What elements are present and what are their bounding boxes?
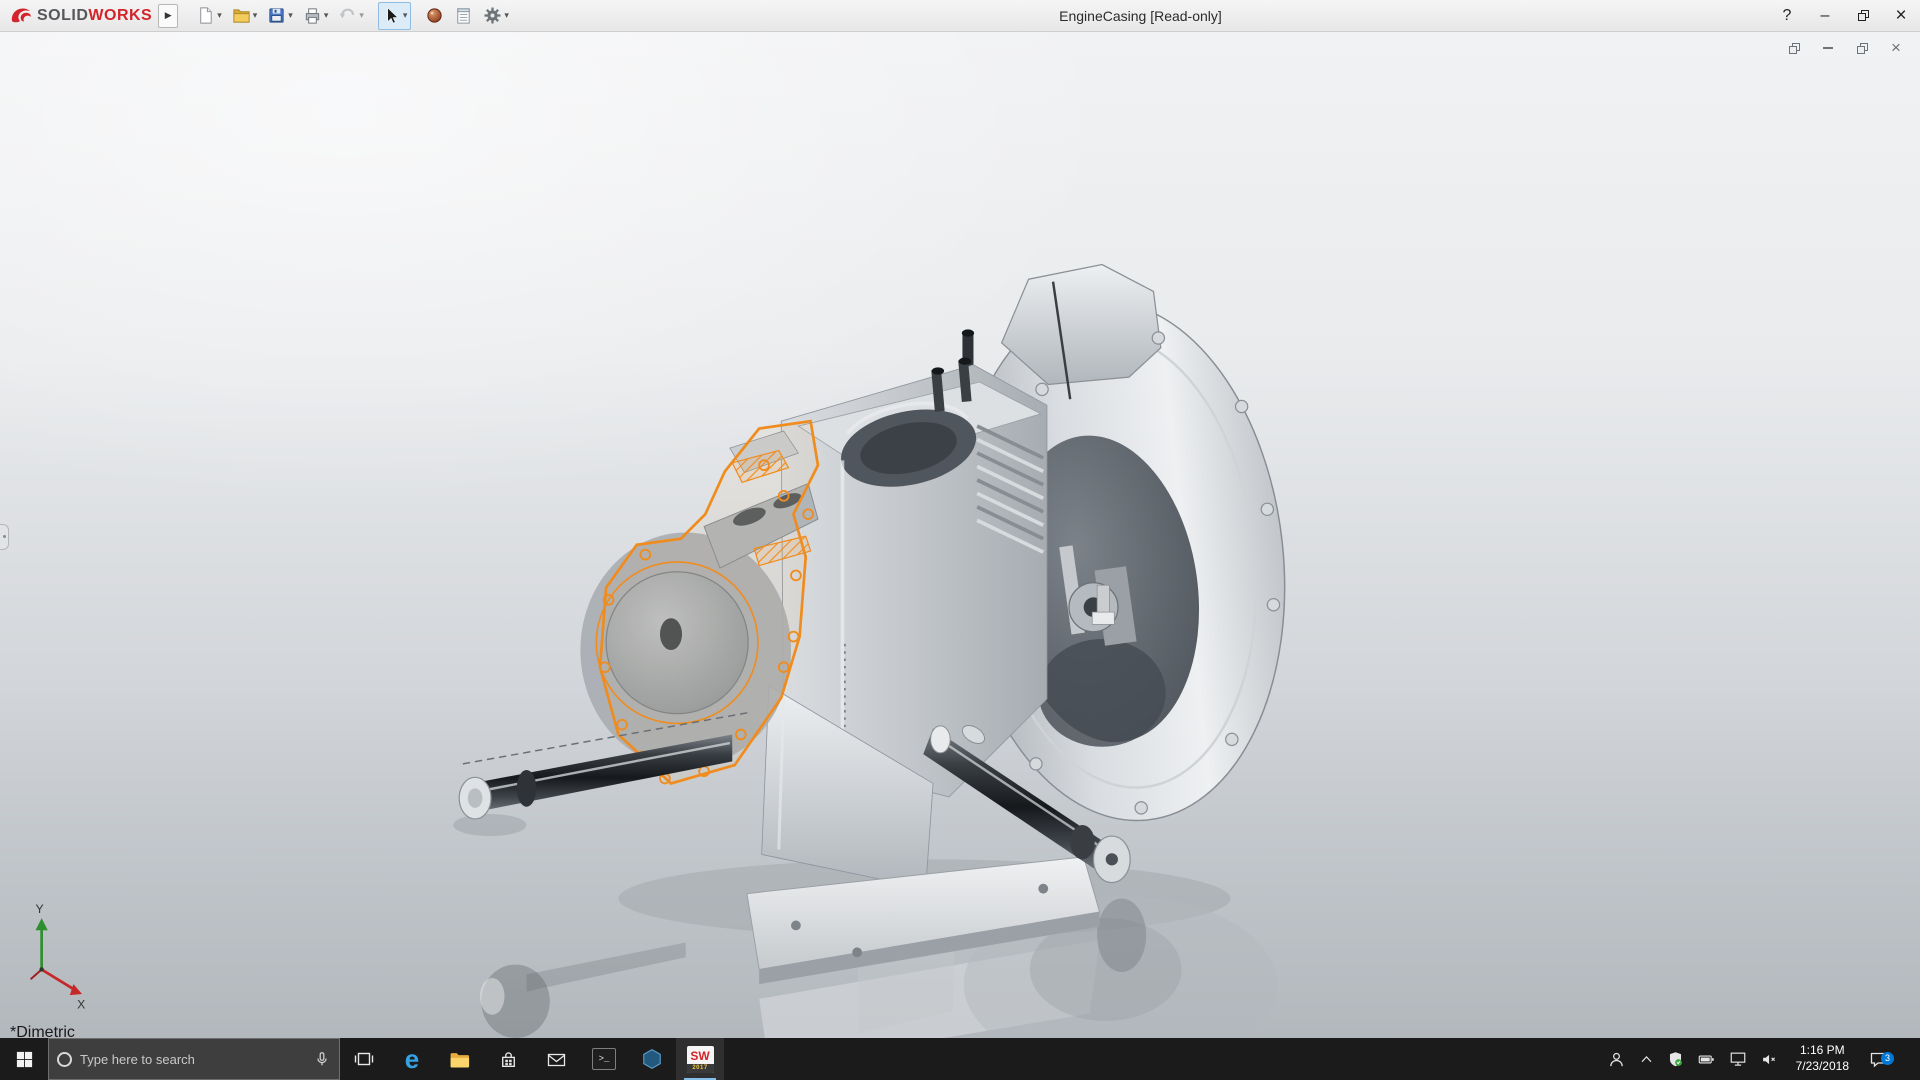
options-sheet-button[interactable] [450, 2, 477, 30]
battery-icon [1697, 1051, 1716, 1068]
open-folder-icon [232, 6, 251, 25]
task-view-button[interactable] [340, 1038, 388, 1080]
store-button[interactable] [484, 1038, 532, 1080]
orientation-triad: Y X [31, 902, 86, 1011]
close-button[interactable]: × [1882, 0, 1920, 31]
minimize-icon [1823, 47, 1833, 49]
store-icon [498, 1049, 519, 1070]
command-prompt-icon: >_ [592, 1048, 616, 1070]
save-icon [267, 6, 286, 25]
network-button[interactable] [1729, 1050, 1747, 1068]
options-gear-button[interactable]: ▾ [479, 2, 513, 30]
select-cursor-icon [382, 6, 401, 25]
start-button[interactable] [0, 1038, 48, 1080]
command-prompt-button[interactable]: >_ [580, 1038, 628, 1080]
save-button[interactable]: ▾ [263, 2, 297, 30]
defender-shield-icon [1667, 1051, 1684, 1068]
undo-icon [338, 6, 357, 25]
solidworks-taskbar-button[interactable]: SW 2017 [676, 1038, 724, 1080]
solidworks-logo: SOLIDWORKS [0, 6, 158, 26]
volume-button[interactable] [1760, 1051, 1779, 1068]
hexagon-app-icon [641, 1048, 663, 1070]
people-button[interactable] [1607, 1050, 1626, 1069]
window-controls: ? – × [1768, 0, 1920, 31]
print-icon [303, 6, 322, 25]
graphics-viewport[interactable]: Y X × *Dimetric [0, 32, 1920, 1038]
network-icon [1729, 1050, 1747, 1068]
mail-button[interactable] [532, 1038, 580, 1080]
chevron-up-icon [1639, 1052, 1654, 1067]
clock-time: 1:16 PM [1796, 1043, 1849, 1059]
system-tray: 1:16 PM 7/23/2018 3 [1599, 1038, 1920, 1080]
cascade-icon [1789, 43, 1800, 54]
undo-button[interactable]: ▾ [334, 2, 368, 30]
titlebar: SOLIDWORKS ▶ ▾ ▾ ▾ [0, 0, 1920, 32]
main-toolbar: ▾ ▾ ▾ ▾ ▾ [192, 2, 513, 30]
microphone-icon[interactable] [313, 1050, 331, 1068]
edge-button[interactable]: e [388, 1038, 436, 1080]
edge-icon: e [405, 1046, 419, 1072]
hidden-icons-button[interactable] [1639, 1052, 1654, 1067]
help-button[interactable]: ? [1768, 0, 1806, 31]
search-input[interactable] [80, 1052, 305, 1067]
volume-muted-icon [1760, 1051, 1779, 1068]
windows-taskbar: e >_ SW 2017 [0, 1038, 1920, 1080]
file-explorer-button[interactable] [436, 1038, 484, 1080]
engine-casing-model: Y X [0, 32, 1920, 1038]
restore-icon [1857, 43, 1868, 54]
view-orientation-label: *Dimetric [10, 1024, 75, 1038]
restore-icon [1858, 10, 1869, 21]
document-window-controls: × [1786, 40, 1904, 56]
edit-appearance-button[interactable] [421, 2, 448, 30]
taskbar-search[interactable] [48, 1038, 340, 1080]
feature-tree-collapse-handle[interactable] [0, 524, 9, 550]
notification-badge: 3 [1881, 1052, 1894, 1065]
maximize-restore-button[interactable] [1844, 0, 1882, 31]
gear-icon [483, 6, 502, 25]
triad-x-label: X [77, 998, 85, 1012]
task-view-icon [354, 1049, 374, 1069]
solidworks-wordmark: SOLIDWORKS [37, 7, 152, 25]
clock-date: 7/23/2018 [1796, 1059, 1849, 1075]
new-document-button[interactable]: ▾ [192, 2, 226, 30]
menu-flyout-button[interactable]: ▶ [158, 4, 178, 28]
solidworks-app-icon: SW 2017 [687, 1046, 714, 1073]
minimize-button[interactable]: – [1806, 0, 1844, 31]
hexagon-app-button[interactable] [628, 1038, 676, 1080]
new-document-icon [196, 6, 215, 25]
doc-close-button[interactable]: × [1888, 40, 1904, 56]
taskbar-clock[interactable]: 1:16 PM 7/23/2018 [1792, 1043, 1853, 1074]
appearance-sphere-icon [425, 6, 444, 25]
doc-minimize-button[interactable] [1820, 40, 1836, 56]
file-explorer-icon [448, 1049, 472, 1070]
doc-cascade-button[interactable] [1786, 40, 1802, 56]
mail-icon [546, 1050, 567, 1069]
action-center-button[interactable]: 3 [1866, 1050, 1892, 1069]
battery-button[interactable] [1697, 1051, 1716, 1068]
defender-button[interactable] [1667, 1051, 1684, 1068]
select-tool-button[interactable]: ▾ [378, 2, 412, 30]
print-button[interactable]: ▾ [299, 2, 333, 30]
doc-restore-button[interactable] [1854, 40, 1870, 56]
open-button[interactable]: ▾ [228, 2, 262, 30]
sheet-icon [454, 6, 473, 25]
cortana-icon [57, 1052, 72, 1067]
windows-logo-icon [16, 1051, 33, 1068]
solidworks-logo-icon [10, 6, 32, 26]
triad-y-label: Y [36, 902, 44, 916]
people-icon [1607, 1050, 1626, 1069]
document-title: EngineCasing [Read-only] [513, 8, 1768, 24]
